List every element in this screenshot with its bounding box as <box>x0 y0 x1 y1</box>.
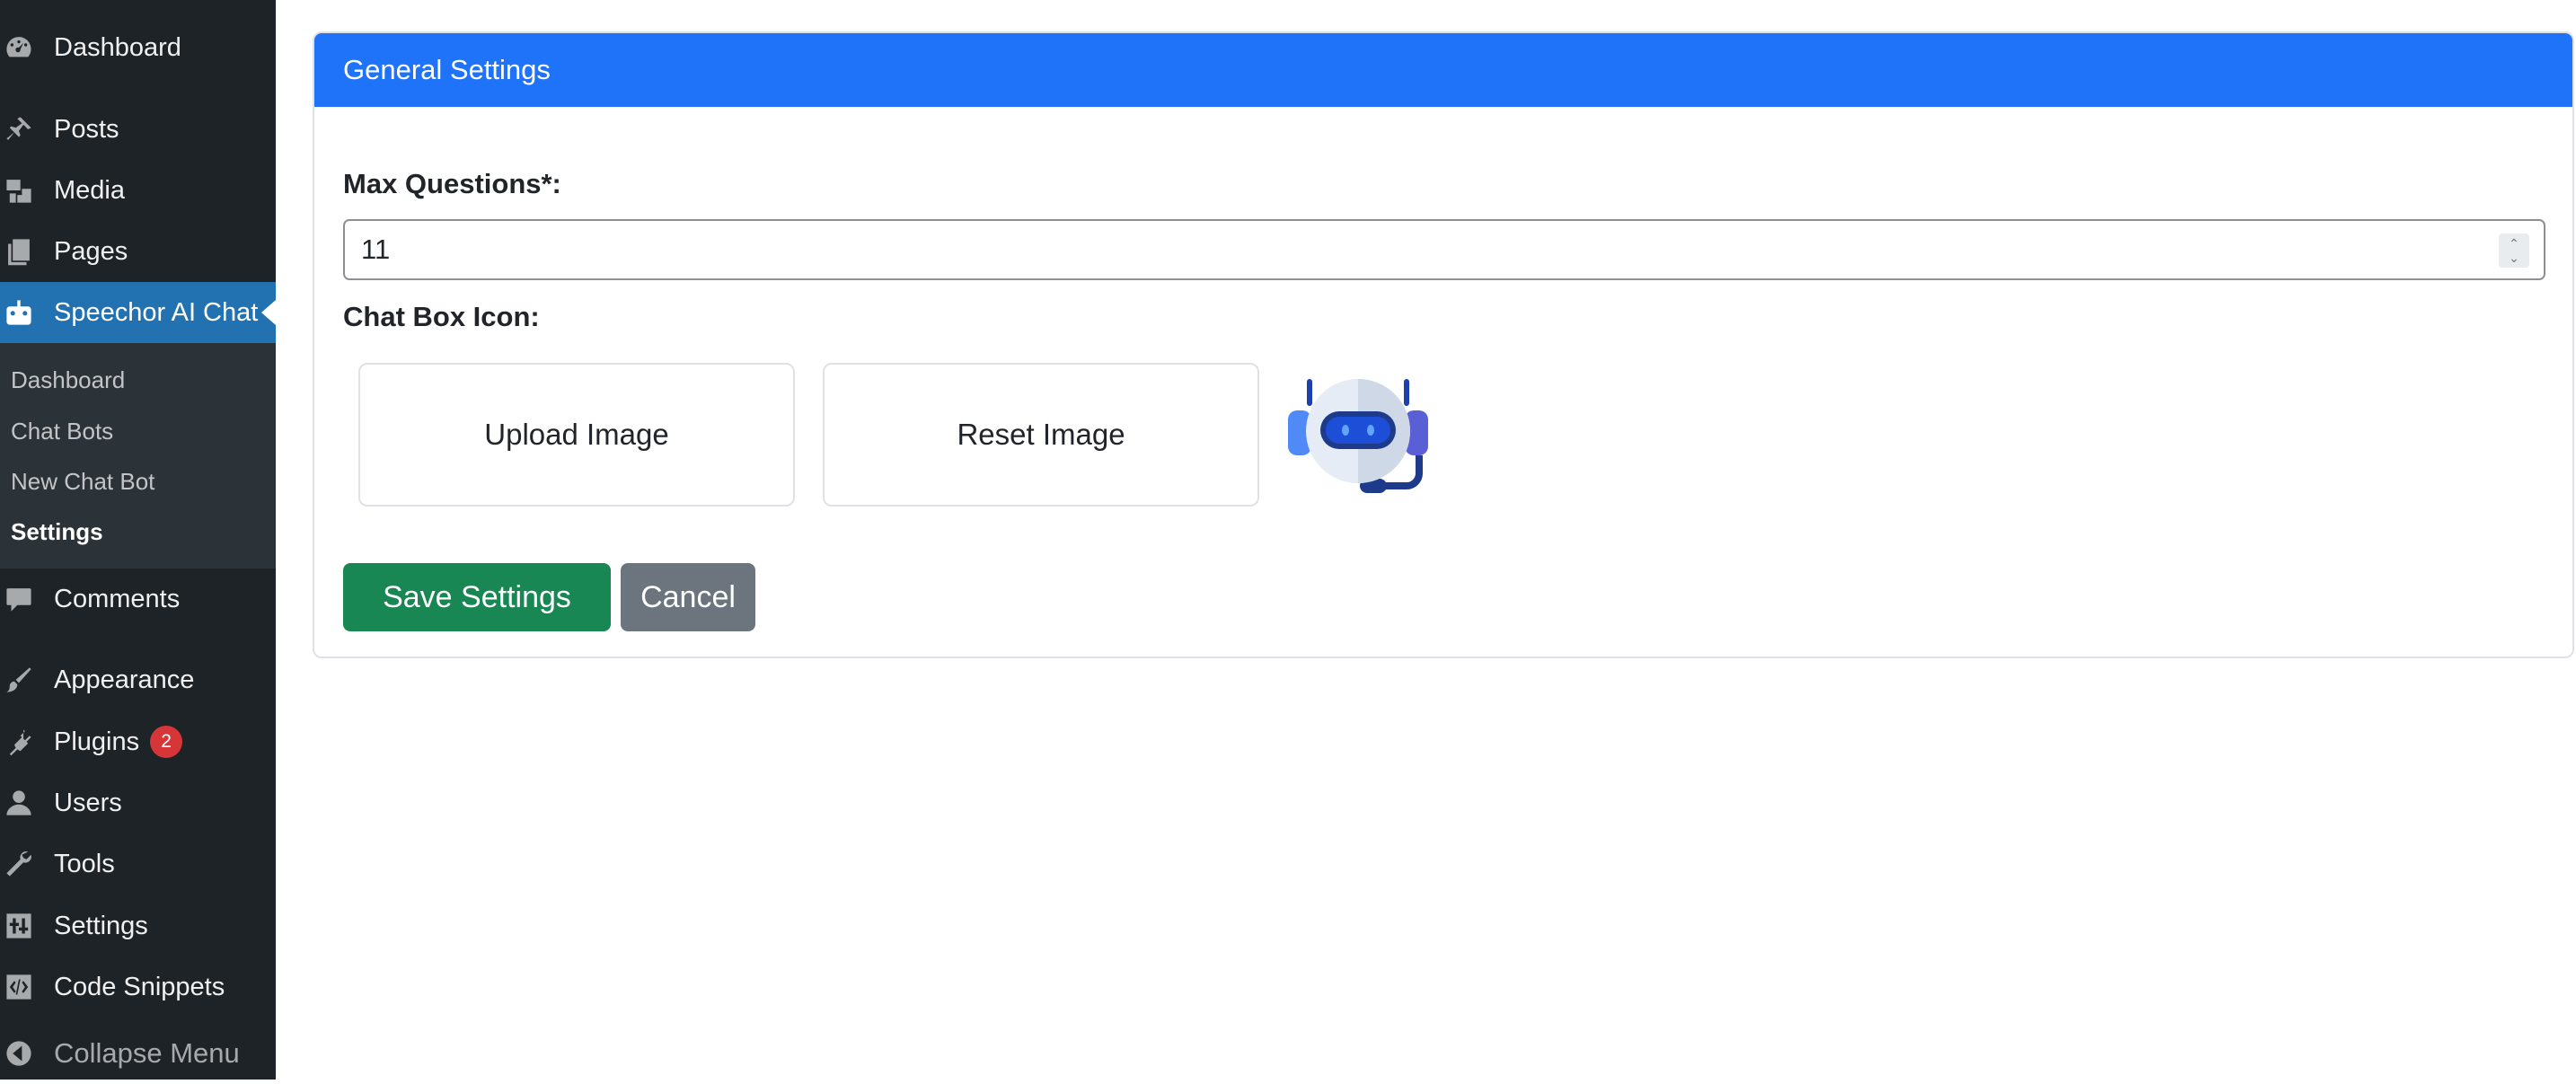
menu-label: Posts <box>54 114 119 144</box>
speechor-submenu: Dashboard Chat Bots New Chat Bot Setting… <box>0 343 276 568</box>
brush-icon <box>0 649 54 710</box>
menu-item-comments[interactable]: Comments <box>0 568 276 630</box>
save-settings-button[interactable]: Save Settings <box>343 563 611 631</box>
menu-item-appearance[interactable]: Appearance <box>0 649 276 710</box>
menu-label: Appearance <box>54 665 195 694</box>
menu-label: Pages <box>54 236 128 266</box>
code-icon <box>0 956 54 1018</box>
menu-item-pages[interactable]: Pages <box>0 221 276 282</box>
menu-label: Plugins <box>54 727 140 756</box>
chat-box-icon-label: Chat Box Icon: <box>343 301 540 332</box>
menu-label: Comments <box>54 584 181 613</box>
max-questions-input[interactable]: 11 ⌃ ⌄ <box>343 219 2545 280</box>
plugins-update-badge: 2 <box>150 726 183 758</box>
submenu-item-new-chat-bot[interactable]: New Chat Bot <box>11 462 154 501</box>
robot-icon <box>0 282 54 343</box>
menu-label: Media <box>54 175 125 205</box>
plug-icon <box>0 711 54 772</box>
card-header: General Settings <box>314 33 2572 107</box>
sliders-icon <box>0 895 54 956</box>
number-spinner[interactable]: ⌃ ⌄ <box>2499 234 2529 268</box>
menu-label: Speechor AI Chat <box>54 297 259 327</box>
menu-item-tools[interactable]: Tools <box>0 833 276 895</box>
spinner-up-icon[interactable]: ⌃ <box>2509 236 2519 251</box>
menu-label: Code Snippets <box>54 972 225 1001</box>
submenu-item-dashboard[interactable]: Dashboard <box>11 360 125 400</box>
collapse-menu-button[interactable]: Collapse Menu <box>0 1023 276 1084</box>
menu-item-users[interactable]: Users <box>0 772 276 833</box>
max-questions-label: Max Questions*: <box>343 168 561 199</box>
general-settings-card: General Settings Max Questions*: 11 ⌃ ⌄ … <box>313 31 2574 658</box>
upload-image-button[interactable]: Upload Image <box>358 363 795 507</box>
comment-icon <box>0 568 54 630</box>
menu-item-code-snippets[interactable]: Code Snippets <box>0 956 276 1018</box>
menu-item-dashboard[interactable]: Dashboard <box>0 17 276 78</box>
card-title: General Settings <box>343 54 551 85</box>
menu-item-settings[interactable]: Settings <box>0 895 276 956</box>
admin-sidebar: Dashboard Posts Media Pages Speechor AI … <box>0 0 276 1080</box>
menu-item-posts[interactable]: Posts <box>0 99 276 160</box>
menu-label: Tools <box>54 849 115 878</box>
chat-box-robot-icon <box>1288 379 1428 493</box>
menu-label: Dashboard <box>54 32 181 62</box>
media-icon <box>0 160 54 221</box>
spinner-down-icon[interactable]: ⌄ <box>2509 251 2519 265</box>
reset-image-button[interactable]: Reset Image <box>823 363 1259 507</box>
collapse-menu-label: Collapse Menu <box>54 1037 240 1069</box>
submenu-item-chat-bots[interactable]: Chat Bots <box>11 411 113 451</box>
submenu-item-settings[interactable]: Settings <box>11 512 103 551</box>
wrench-icon <box>0 833 54 895</box>
menu-item-speechor-ai-chat[interactable]: Speechor AI Chat <box>0 282 276 343</box>
pin-icon <box>0 99 54 160</box>
menu-label: Users <box>54 788 122 817</box>
pages-icon <box>0 221 54 282</box>
dashboard-icon <box>0 17 54 78</box>
cancel-button[interactable]: Cancel <box>621 563 755 631</box>
collapse-arrow-icon <box>0 1023 54 1084</box>
menu-item-media[interactable]: Media <box>0 160 276 221</box>
user-icon <box>0 772 54 833</box>
menu-item-plugins[interactable]: Plugins 2 <box>0 711 276 772</box>
max-questions-value: 11 <box>361 234 391 265</box>
menu-label: Settings <box>54 911 148 940</box>
